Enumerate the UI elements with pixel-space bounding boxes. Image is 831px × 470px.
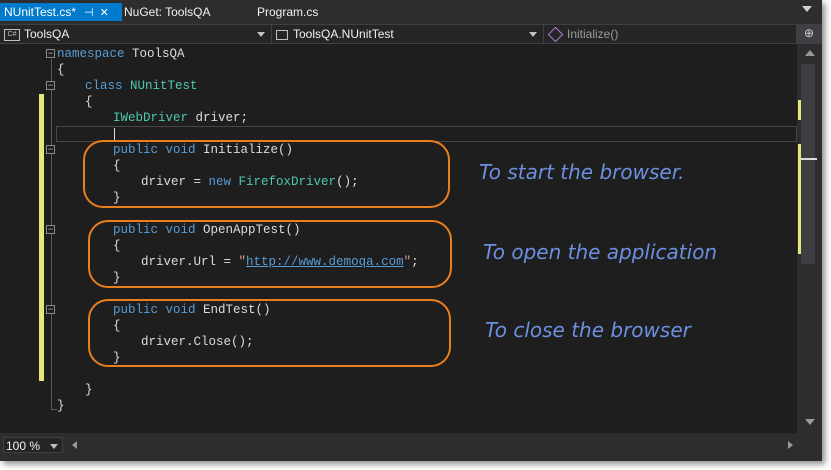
method-icon bbox=[547, 27, 564, 43]
collapse-icon[interactable]: − bbox=[46, 225, 55, 234]
zoom-dropdown[interactable]: 100 % bbox=[3, 437, 63, 453]
project-dropdown[interactable]: C# ToolsQA bbox=[0, 25, 272, 43]
code-editor[interactable]: − − − − − namespace ToolsQA { class NUni… bbox=[0, 44, 797, 433]
scroll-left-icon[interactable] bbox=[72, 441, 77, 449]
tab-label: Program.cs bbox=[257, 5, 319, 19]
highlight-openapptest bbox=[88, 220, 452, 288]
collapse-icon[interactable]: − bbox=[46, 145, 55, 154]
code-line: class NUnitTest bbox=[85, 79, 198, 93]
vs-editor-window: NUnitTest.cs* ⊣ ✕ NuGet: ToolsQA Program.c… bbox=[0, 0, 822, 461]
type-name: ToolsQA.NUnitTest bbox=[293, 27, 394, 41]
scroll-down-icon[interactable] bbox=[805, 419, 815, 425]
member-name: Initialize() bbox=[567, 27, 619, 41]
tab-label: NuGet: ToolsQA bbox=[124, 5, 211, 19]
class-icon bbox=[276, 29, 288, 40]
split-window-icon[interactable]: ⊕ bbox=[804, 27, 814, 39]
collapse-icon[interactable]: − bbox=[46, 49, 55, 58]
code-line: IWebDriver driver; bbox=[113, 111, 249, 125]
vertical-scrollbar[interactable] bbox=[797, 44, 822, 433]
chevron-down-icon bbox=[257, 32, 265, 37]
close-icon[interactable]: ✕ bbox=[100, 4, 109, 22]
project-name: ToolsQA bbox=[24, 27, 70, 41]
code-line: { bbox=[85, 95, 93, 109]
annotation-open-application: To open the application bbox=[483, 240, 718, 264]
annotation-start-browser: To start the browser. bbox=[479, 160, 685, 184]
change-map-marker bbox=[798, 100, 801, 120]
collapse-icon[interactable]: − bbox=[46, 305, 55, 314]
code-line: } bbox=[57, 399, 65, 413]
code-line: namespace ToolsQA bbox=[57, 47, 185, 61]
scroll-right-icon[interactable] bbox=[788, 441, 793, 449]
highlight-endtest bbox=[88, 299, 451, 367]
change-map-marker bbox=[798, 144, 801, 254]
collapse-icon[interactable]: − bbox=[46, 81, 55, 90]
code-line: } bbox=[85, 383, 93, 397]
outline-guide bbox=[51, 59, 52, 409]
navigation-bar: C# ToolsQA ToolsQA.NUnitTest Initialize()… bbox=[0, 24, 822, 44]
member-dropdown[interactable]: Initialize() bbox=[544, 25, 797, 43]
zoom-level: 100 % bbox=[6, 439, 41, 453]
highlight-initialize bbox=[83, 140, 450, 208]
tab-label: NUnitTest.cs* bbox=[4, 5, 77, 19]
document-tab-bar: NUnitTest.cs* ⊣ ✕ NuGet: ToolsQA Program.c… bbox=[0, 0, 822, 24]
caret-map-marker bbox=[801, 158, 817, 160]
chevron-down-icon bbox=[529, 32, 537, 37]
change-marker bbox=[39, 94, 44, 381]
editor-bottom-bar: 100 % bbox=[0, 433, 822, 461]
horizontal-scrollbar[interactable] bbox=[68, 437, 797, 453]
scroll-thumb[interactable] bbox=[801, 64, 815, 264]
tab-nunittest[interactable]: NUnitTest.cs* ⊣ ✕ bbox=[0, 3, 122, 21]
csharp-project-icon: C# bbox=[4, 28, 20, 41]
annotation-close-browser: To close the browser bbox=[485, 318, 691, 342]
chevron-down-icon bbox=[50, 444, 58, 449]
type-dropdown[interactable]: ToolsQA.NUnitTest bbox=[272, 25, 544, 43]
code-line: { bbox=[57, 63, 65, 77]
pin-icon[interactable]: ⊣ bbox=[84, 4, 94, 22]
scroll-up-icon[interactable] bbox=[805, 50, 815, 56]
tab-program[interactable]: Program.cs bbox=[253, 3, 322, 21]
tab-list-dropdown-icon[interactable] bbox=[802, 6, 812, 12]
tab-nuget[interactable]: NuGet: ToolsQA bbox=[120, 3, 214, 21]
